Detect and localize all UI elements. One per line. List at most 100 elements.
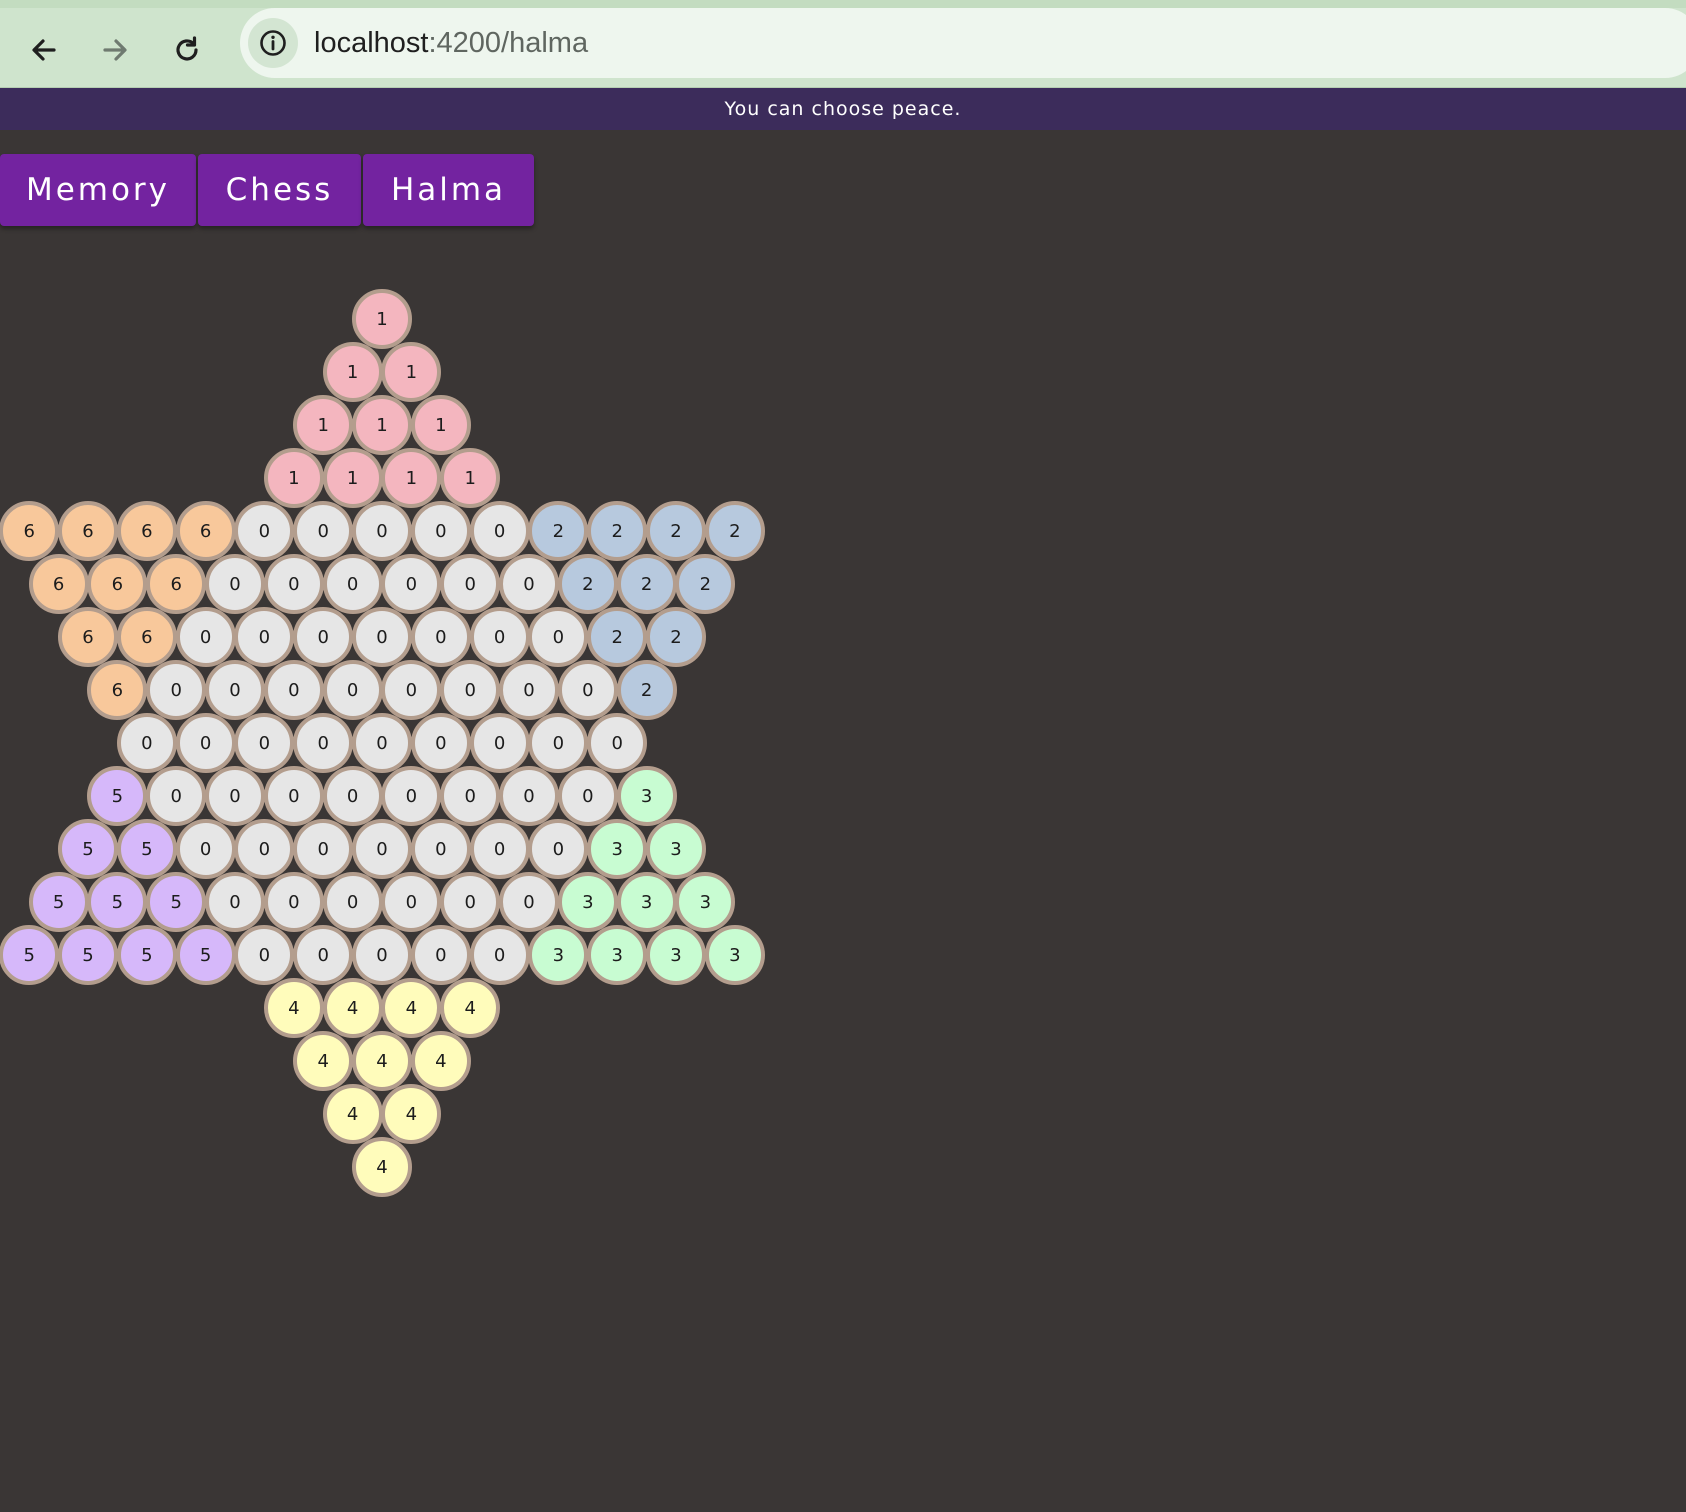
board-cell[interactable]: 0: [440, 660, 501, 720]
board-cell[interactable]: 2: [587, 501, 648, 561]
board-cell[interactable]: 0: [469, 819, 530, 879]
board-cell[interactable]: 0: [205, 660, 265, 720]
board-cell[interactable]: 0: [205, 872, 265, 932]
board-cell[interactable]: 0: [175, 607, 236, 667]
board-cell[interactable]: 3: [704, 925, 765, 985]
board-cell[interactable]: 5: [146, 872, 207, 932]
board-cell[interactable]: 6: [116, 501, 177, 561]
board-cell[interactable]: 2: [616, 660, 677, 720]
board-cell[interactable]: 0: [234, 501, 295, 561]
board-cell[interactable]: 5: [87, 872, 148, 932]
board-cell[interactable]: 0: [469, 501, 530, 561]
board-cell[interactable]: 0: [322, 766, 383, 826]
board-cell[interactable]: 4: [322, 1084, 383, 1144]
board-cell[interactable]: 4: [381, 978, 442, 1038]
board-cell[interactable]: 2: [704, 501, 765, 561]
forward-button[interactable]: [85, 22, 145, 78]
board-cell[interactable]: 0: [352, 501, 412, 561]
board-cell[interactable]: 0: [352, 819, 412, 879]
board-cell[interactable]: 2: [675, 554, 736, 614]
board-cell[interactable]: 3: [557, 872, 618, 932]
board-cell[interactable]: 0: [322, 660, 383, 720]
board-cell[interactable]: 1: [352, 395, 412, 455]
board-cell[interactable]: 0: [234, 713, 295, 773]
board-cell[interactable]: 0: [410, 819, 471, 879]
board-cell[interactable]: 0: [352, 713, 412, 773]
board-cell[interactable]: 0: [440, 554, 501, 614]
chess-tab[interactable]: Chess: [198, 154, 361, 226]
board-cell[interactable]: 0: [205, 766, 265, 826]
board-cell[interactable]: 4: [352, 1137, 412, 1197]
board-cell[interactable]: 0: [293, 607, 354, 667]
board-cell[interactable]: 6: [58, 607, 118, 667]
board-cell[interactable]: 0: [234, 925, 295, 985]
board-cell[interactable]: 0: [175, 819, 236, 879]
board-cell[interactable]: 0: [381, 872, 442, 932]
board-cell[interactable]: 0: [469, 607, 530, 667]
board-cell[interactable]: 6: [58, 501, 118, 561]
board-cell[interactable]: 4: [352, 1031, 412, 1091]
board-cell[interactable]: 0: [146, 766, 207, 826]
board-cell[interactable]: 1: [410, 395, 471, 455]
board-cell[interactable]: 0: [528, 607, 589, 667]
board-cell[interactable]: 0: [528, 819, 589, 879]
board-cell[interactable]: 0: [469, 713, 530, 773]
board-cell[interactable]: 6: [87, 554, 148, 614]
board-cell[interactable]: 0: [557, 766, 618, 826]
board-cell[interactable]: 3: [646, 819, 706, 879]
board-cell[interactable]: 3: [675, 872, 736, 932]
board-cell[interactable]: 6: [116, 607, 177, 667]
board-cell[interactable]: 2: [528, 501, 589, 561]
board-cell[interactable]: 0: [322, 872, 383, 932]
board-cell[interactable]: 0: [587, 713, 648, 773]
board-cell[interactable]: 2: [646, 607, 706, 667]
board-cell[interactable]: 0: [499, 660, 559, 720]
board-cell[interactable]: 6: [146, 554, 207, 614]
board-cell[interactable]: 4: [293, 1031, 354, 1091]
board-cell[interactable]: 5: [116, 925, 177, 985]
board-cell[interactable]: 0: [440, 766, 501, 826]
address-bar[interactable]: localhost:4200/halma: [240, 8, 1686, 78]
board-cell[interactable]: 0: [410, 501, 471, 561]
board-cell[interactable]: 0: [293, 501, 354, 561]
board-cell[interactable]: 5: [58, 925, 118, 985]
board-cell[interactable]: 0: [293, 819, 354, 879]
memory-tab[interactable]: Memory: [0, 154, 196, 226]
board-cell[interactable]: 3: [528, 925, 589, 985]
board-cell[interactable]: 0: [381, 660, 442, 720]
board-cell[interactable]: 5: [0, 925, 60, 985]
board-cell[interactable]: 6: [0, 501, 60, 561]
board-cell[interactable]: 2: [557, 554, 618, 614]
board-cell[interactable]: 0: [116, 713, 177, 773]
board-cell[interactable]: 6: [87, 660, 148, 720]
back-button[interactable]: [14, 22, 74, 78]
board-cell[interactable]: 2: [646, 501, 706, 561]
board-cell[interactable]: 0: [263, 554, 324, 614]
board-cell[interactable]: 0: [528, 713, 589, 773]
board-cell[interactable]: 0: [410, 925, 471, 985]
board-cell[interactable]: 3: [587, 925, 648, 985]
board-cell[interactable]: 6: [175, 501, 236, 561]
board-cell[interactable]: 4: [381, 1084, 442, 1144]
board-cell[interactable]: 2: [616, 554, 677, 614]
board-cell[interactable]: 0: [263, 872, 324, 932]
board-cell[interactable]: 5: [175, 925, 236, 985]
board-cell[interactable]: 5: [87, 766, 148, 826]
site-info-button[interactable]: [248, 18, 298, 68]
board-cell[interactable]: 4: [263, 978, 324, 1038]
board-cell[interactable]: 1: [263, 448, 324, 508]
board-cell[interactable]: 0: [263, 660, 324, 720]
board-cell[interactable]: 0: [234, 819, 295, 879]
board-cell[interactable]: 0: [352, 925, 412, 985]
board-cell[interactable]: 0: [293, 925, 354, 985]
board-cell[interactable]: 0: [499, 554, 559, 614]
board-cell[interactable]: 4: [410, 1031, 471, 1091]
board-cell[interactable]: 3: [616, 766, 677, 826]
board-cell[interactable]: 0: [205, 554, 265, 614]
board-cell[interactable]: 0: [146, 660, 207, 720]
board-cell[interactable]: 4: [322, 978, 383, 1038]
reload-button[interactable]: [157, 22, 217, 78]
url-text[interactable]: localhost:4200/halma: [314, 8, 588, 78]
board-cell[interactable]: 4: [440, 978, 501, 1038]
halma-tab[interactable]: Halma: [363, 154, 534, 226]
